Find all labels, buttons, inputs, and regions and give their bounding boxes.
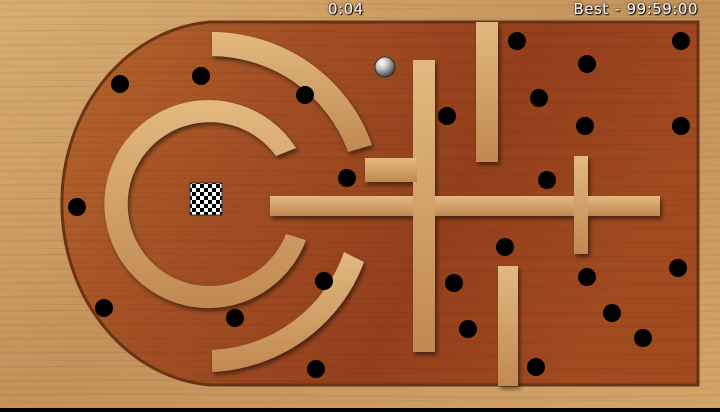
hole — [111, 75, 129, 93]
hole — [527, 358, 545, 376]
hole — [226, 309, 244, 327]
labyrinth-board[interactable] — [0, 0, 720, 408]
hole — [459, 320, 477, 338]
hole — [508, 32, 526, 50]
hole — [538, 171, 556, 189]
best-time-value: 99:59:00 — [626, 0, 698, 18]
bottom-vertical-wall — [498, 266, 518, 386]
game-board[interactable]: 0:04 Best -99:59:00 — [0, 0, 720, 408]
hole — [445, 274, 463, 292]
hole — [496, 238, 514, 256]
hole — [576, 117, 594, 135]
hole — [634, 329, 652, 347]
hole — [338, 169, 356, 187]
hole — [672, 117, 690, 135]
elapsed-timer: 0:04 — [328, 0, 364, 18]
best-label: Best — [573, 0, 609, 18]
hole — [192, 67, 210, 85]
hole — [669, 259, 687, 277]
hole — [95, 299, 113, 317]
right-cross-vertical — [574, 156, 588, 254]
hole — [578, 55, 596, 73]
hole — [438, 107, 456, 125]
hole — [296, 86, 314, 104]
hole — [603, 304, 621, 322]
hole — [307, 360, 325, 378]
horizontal-bar-wall — [270, 196, 660, 216]
hole — [578, 268, 596, 286]
checkered-goal-icon — [189, 182, 223, 216]
hole — [672, 32, 690, 50]
best-separator: - — [614, 0, 621, 18]
hole — [68, 198, 86, 216]
steel-ball-icon[interactable] — [374, 56, 396, 78]
hole — [315, 272, 333, 290]
center-vertical-wall — [413, 60, 435, 352]
best-time: Best -99:59:00 — [573, 0, 698, 18]
top-vertical-wall — [476, 22, 498, 162]
junction-block — [365, 158, 417, 182]
hole — [530, 89, 548, 107]
